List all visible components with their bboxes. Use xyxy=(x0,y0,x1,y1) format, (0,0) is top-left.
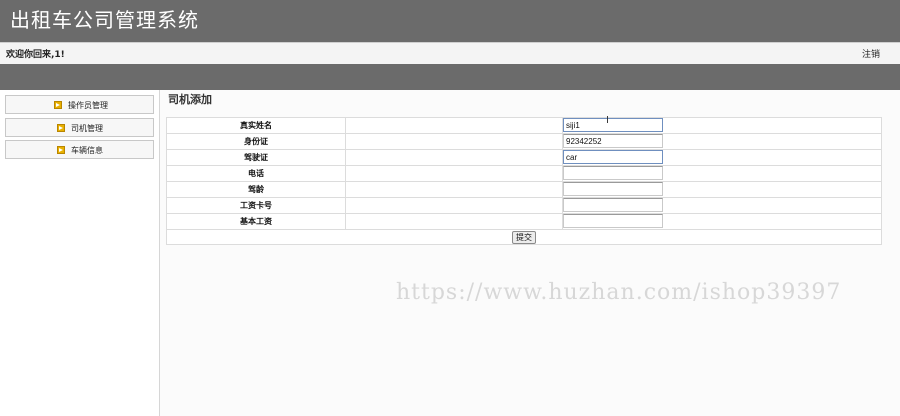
logout-link[interactable]: 注销 xyxy=(862,47,880,60)
sidebar-item-vehicle-info[interactable]: 车辆信息 xyxy=(5,140,154,159)
field-label: 身份证 xyxy=(166,133,346,150)
driving-years-input[interactable] xyxy=(563,182,663,196)
text-cursor-icon: I xyxy=(606,115,609,126)
id-card-input[interactable] xyxy=(563,134,663,148)
salary-card-input[interactable] xyxy=(563,198,663,212)
main-content: 司机添加 真实姓名 身份证 驾驶证 电话 xyxy=(160,90,900,416)
sidebar: 操作员管理 司机管理 车辆信息 xyxy=(0,90,160,416)
arrow-icon xyxy=(54,101,62,109)
field-label: 电话 xyxy=(166,165,346,182)
field-label: 驾龄 xyxy=(166,181,346,198)
field-label: 真实姓名 xyxy=(166,117,346,134)
form-row: 电话 xyxy=(166,165,882,182)
form-row: 驾驶证 xyxy=(166,149,882,166)
form-row: 真实姓名 xyxy=(166,117,882,134)
page-title: 司机添加 xyxy=(168,93,212,106)
sidebar-item-operator-management[interactable]: 操作员管理 xyxy=(5,95,154,114)
welcome-text: 欢迎你回来,1! xyxy=(6,50,65,60)
form-submit-row: 提交 xyxy=(166,229,882,245)
app-header: 出租车公司管理系统 xyxy=(0,0,900,42)
driver-form: 真实姓名 身份证 驾驶证 电话 xyxy=(166,117,882,245)
arrow-icon xyxy=(57,146,65,154)
welcome-bar: 欢迎你回来,1! 注销 xyxy=(0,42,900,65)
form-row: 工资卡号 xyxy=(166,197,882,214)
app-title: 出租车公司管理系统 xyxy=(10,8,199,32)
phone-input[interactable] xyxy=(563,166,663,180)
arrow-icon xyxy=(57,124,65,132)
watermark: https://www.huzhan.com/ishop39397 xyxy=(396,280,842,305)
form-row: 驾龄 xyxy=(166,181,882,198)
sidebar-item-label: 操作员管理 xyxy=(68,101,108,110)
form-row: 身份证 xyxy=(166,133,882,150)
form-row: 基本工资 xyxy=(166,213,882,230)
sidebar-item-label: 司机管理 xyxy=(71,124,103,133)
real-name-input[interactable] xyxy=(563,118,663,132)
header-band xyxy=(0,64,900,90)
submit-button[interactable]: 提交 xyxy=(512,230,536,244)
field-label: 工资卡号 xyxy=(166,197,346,214)
base-salary-input[interactable] xyxy=(563,214,663,228)
field-label: 驾驶证 xyxy=(166,149,346,166)
sidebar-item-label: 车辆信息 xyxy=(71,146,103,155)
field-label: 基本工资 xyxy=(166,213,346,230)
sidebar-item-driver-management[interactable]: 司机管理 xyxy=(5,118,154,137)
driver-license-input[interactable] xyxy=(563,150,663,164)
